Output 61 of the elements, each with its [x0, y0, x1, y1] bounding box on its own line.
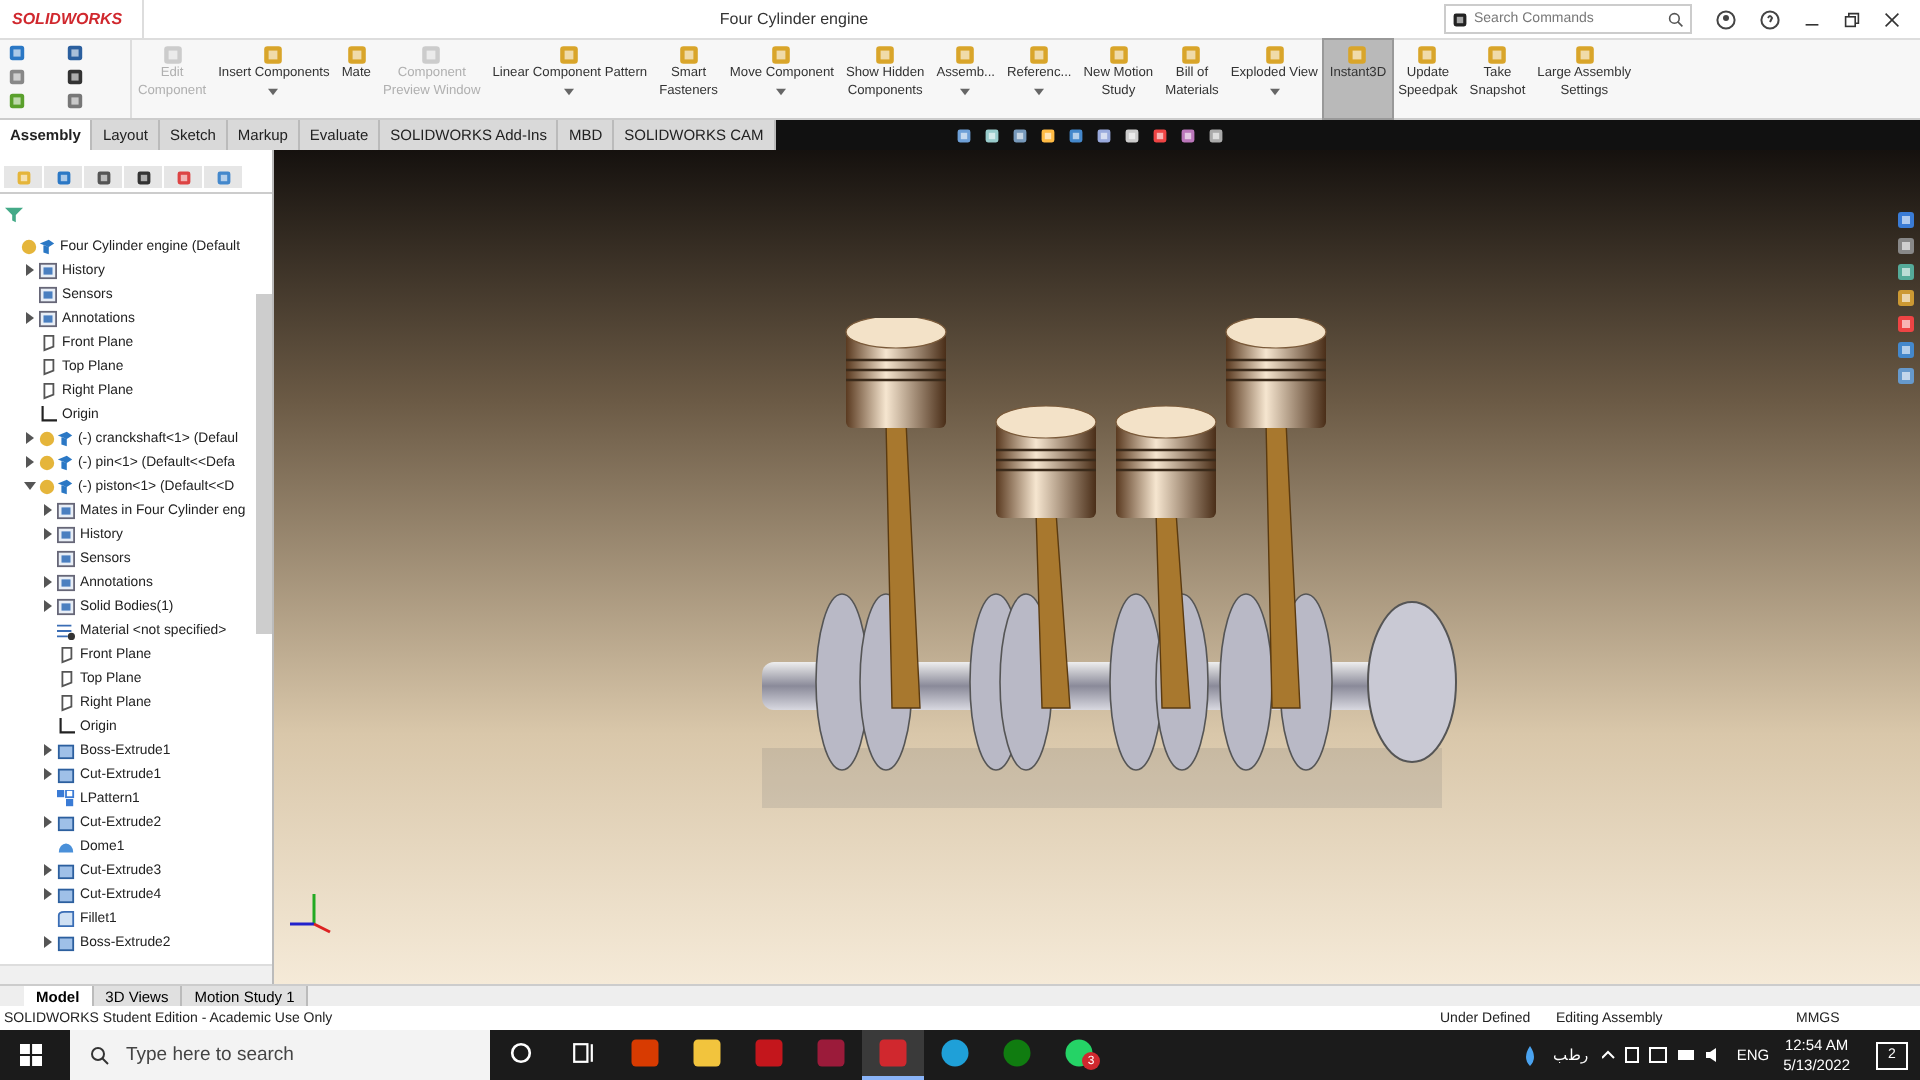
panel-tab[interactable] — [124, 166, 162, 188]
caret-icon[interactable] — [564, 87, 575, 96]
scrollbar[interactable] — [256, 294, 272, 634]
panel-icon — [15, 169, 31, 185]
expand-arrow-icon[interactable] — [42, 528, 54, 540]
taskbar-search-field[interactable]: Type here to search — [70, 1030, 490, 1080]
window-title: Four Cylinder engine — [717, 10, 871, 28]
fillet-icon — [56, 909, 76, 927]
expand-arrow-icon[interactable] — [42, 744, 54, 756]
panel-icon — [215, 169, 231, 185]
material-icon — [56, 621, 76, 639]
assembly-icon — [20, 237, 56, 255]
horizontal-scrollbar[interactable] — [0, 964, 272, 984]
expand-arrow-icon[interactable] — [24, 456, 36, 468]
caret-icon[interactable] — [268, 87, 279, 96]
expand-arrow-icon[interactable] — [42, 864, 54, 876]
feature-icon — [56, 933, 76, 951]
caret-icon[interactable] — [1269, 87, 1280, 96]
windows-start-icon[interactable] — [20, 1044, 42, 1066]
app-logo: SOLIDWORKS — [0, 0, 144, 38]
app-icon — [754, 1038, 784, 1068]
expand-arrow-icon[interactable] — [24, 264, 36, 276]
origin-icon — [56, 717, 76, 735]
search-icon — [90, 1045, 110, 1065]
expand-arrow-icon[interactable] — [24, 480, 36, 492]
task-view-icon — [572, 1042, 594, 1064]
taskbar-app[interactable] — [862, 1030, 924, 1080]
expand-arrow-icon[interactable] — [24, 432, 36, 444]
expand-arrow-icon[interactable] — [42, 936, 54, 948]
expand-arrow-icon[interactable] — [42, 504, 54, 516]
feature-icon — [56, 813, 76, 831]
user-icon[interactable] — [1716, 9, 1736, 29]
app-icon — [816, 1038, 846, 1068]
panel-icon — [55, 169, 71, 185]
help-icon[interactable] — [1760, 9, 1780, 29]
command-icon — [1346, 44, 1369, 66]
panel-icon — [95, 169, 111, 185]
panel-icon — [175, 169, 191, 185]
close-icon[interactable] — [1884, 11, 1900, 27]
water-drop-icon[interactable] — [1522, 1045, 1539, 1065]
app-icon — [878, 1038, 908, 1068]
expand-arrow-icon[interactable] — [42, 816, 54, 828]
part-icon — [38, 453, 74, 471]
expand-arrow-icon[interactable] — [42, 600, 54, 612]
expand-arrow-icon[interactable] — [24, 312, 36, 324]
pattern-icon — [56, 789, 76, 807]
origin-icon — [38, 405, 58, 423]
caret-icon[interactable] — [776, 87, 787, 96]
expand-arrow-icon[interactable] — [42, 576, 54, 588]
expand-arrow-icon[interactable] — [42, 888, 54, 900]
search-icon[interactable] — [1668, 11, 1684, 27]
caret-icon[interactable] — [1034, 87, 1045, 96]
panel-tab[interactable] — [84, 166, 122, 188]
filter-icon[interactable] — [4, 206, 24, 224]
part-icon — [38, 429, 74, 447]
restore-icon[interactable] — [1844, 11, 1860, 27]
caret-icon[interactable] — [960, 87, 971, 96]
circle-icon — [510, 1042, 532, 1064]
expand-arrow-icon[interactable] — [42, 768, 54, 780]
panel-icon — [135, 169, 151, 185]
part-icon — [38, 477, 74, 495]
